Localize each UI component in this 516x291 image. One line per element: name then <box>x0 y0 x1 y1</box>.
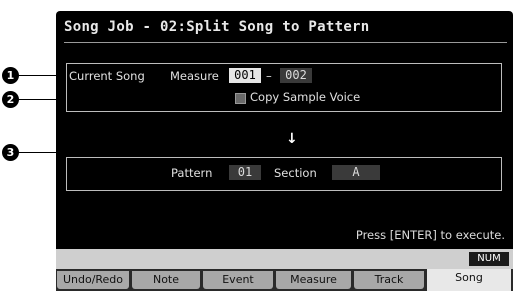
title-divider <box>64 42 507 43</box>
section-field[interactable]: A <box>332 165 380 180</box>
synth-lcd-screen: Song Job - 02:Split Song to Pattern Curr… <box>56 11 513 291</box>
measure-range-separator: – <box>266 69 272 83</box>
tab-event[interactable]: Event <box>203 271 273 289</box>
status-bar: NUM <box>56 249 513 269</box>
execute-hint: Press [ENTER] to execute. <box>355 228 505 242</box>
copy-sample-voice-checkbox[interactable] <box>235 93 246 104</box>
num-indicator: NUM <box>469 252 509 266</box>
callout-2: 2 <box>2 91 19 108</box>
measure-from-field[interactable]: 001 <box>229 68 261 83</box>
destination-settings-box: Pattern 01 Section A <box>66 157 502 191</box>
tab-track[interactable]: Track <box>354 271 424 289</box>
copy-sample-voice-label: Copy Sample Voice <box>250 90 361 104</box>
measure-label: Measure <box>170 69 219 83</box>
callout-3: 3 <box>2 144 19 161</box>
source-settings-box: Current Song Measure 001 – 002 Copy Samp… <box>66 63 502 112</box>
tab-song[interactable]: Song <box>427 269 511 291</box>
page-title: Song Job - 02:Split Song to Pattern <box>64 19 370 35</box>
pattern-label: Pattern <box>171 166 213 180</box>
pattern-number-field[interactable]: 01 <box>229 165 261 180</box>
measure-to-field[interactable]: 002 <box>280 68 312 83</box>
arrow-down-icon: ↓ <box>286 131 298 147</box>
callout-1: 1 <box>2 67 19 84</box>
tab-undo-redo[interactable]: Undo/Redo <box>57 271 129 289</box>
section-label: Section <box>274 166 317 180</box>
current-song-label: Current Song <box>69 69 145 83</box>
tab-bar: Undo/Redo Note Event Measure Track Song <box>56 269 513 291</box>
tab-measure[interactable]: Measure <box>276 271 351 289</box>
tab-note[interactable]: Note <box>132 271 200 289</box>
